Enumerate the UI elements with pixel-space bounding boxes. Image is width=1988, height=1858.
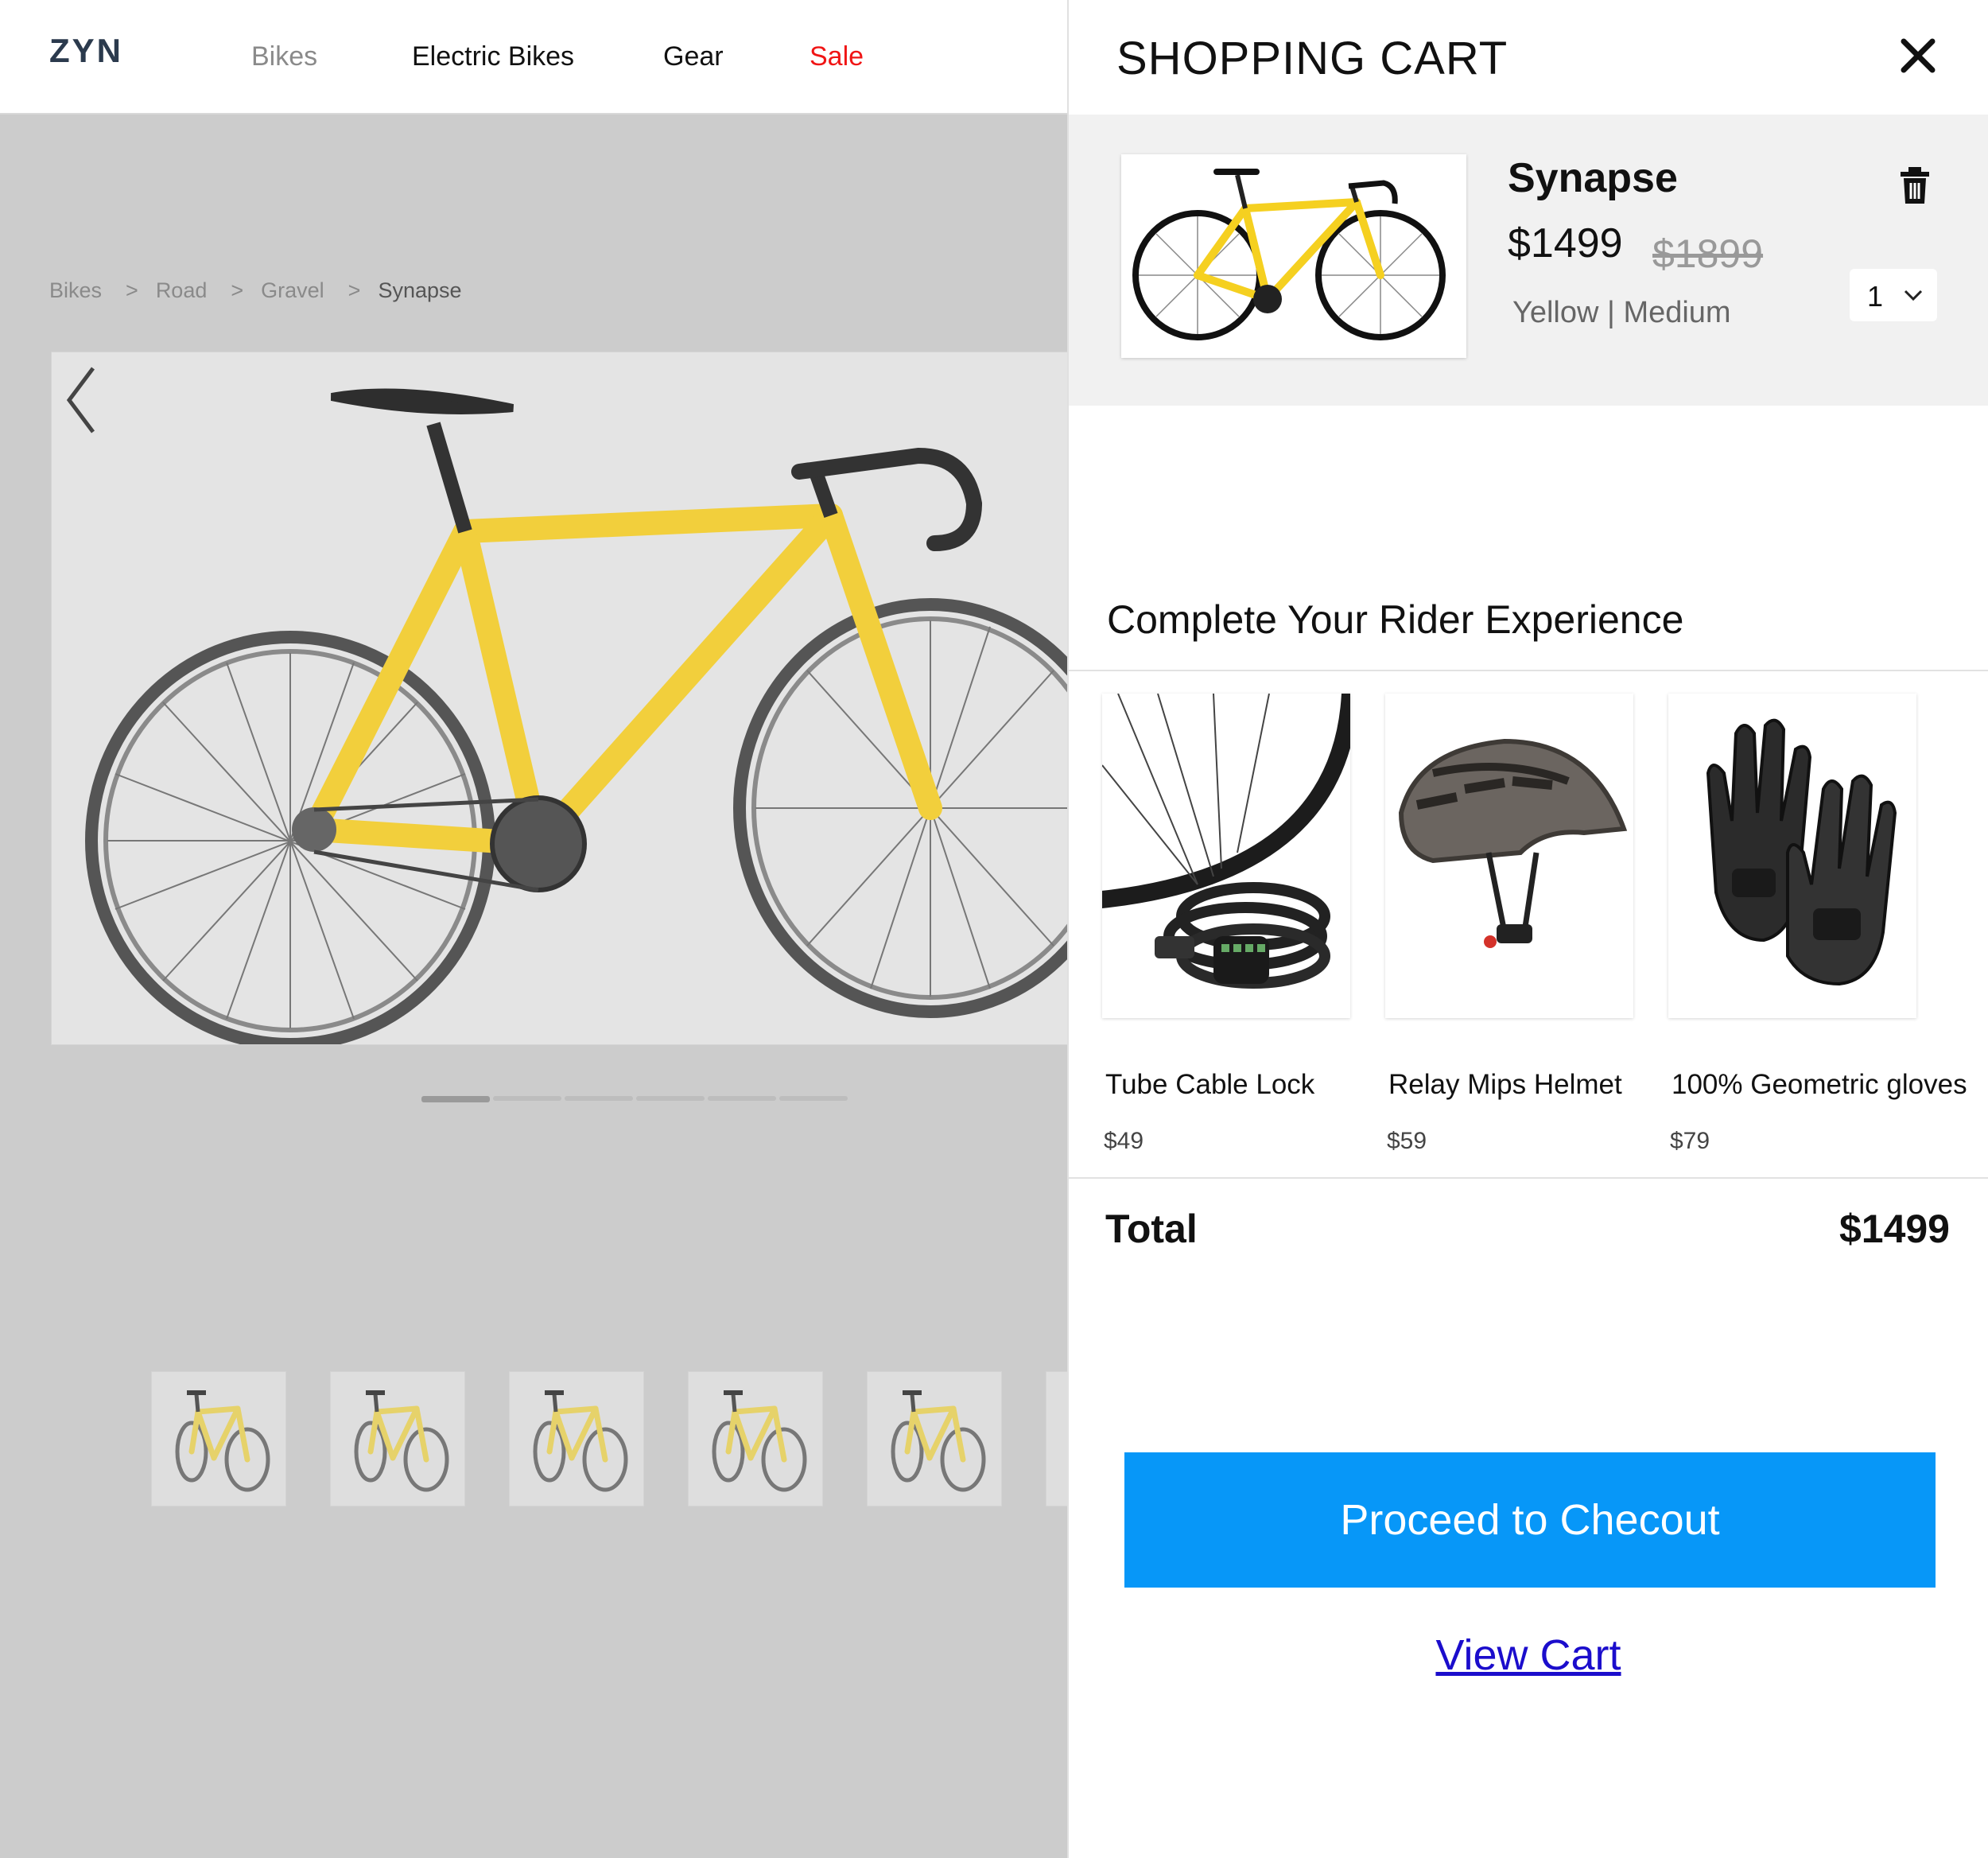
carousel-dot[interactable]: [636, 1096, 705, 1101]
recommended-product-image[interactable]: [1385, 694, 1633, 1018]
breadcrumb-item-current: Synapse: [378, 278, 462, 302]
carousel-dot[interactable]: [779, 1096, 848, 1101]
nav-link-sale[interactable]: Sale: [810, 41, 864, 72]
breadcrumb-separator: >: [348, 278, 361, 302]
bike-thumbnail-icon: [175, 1390, 270, 1492]
cart-item-name[interactable]: Synapse: [1508, 154, 1678, 202]
recommended-product-name[interactable]: Tube Cable Lock: [1105, 1069, 1314, 1101]
carousel-dot[interactable]: [708, 1096, 776, 1101]
gallery-thumbnail[interactable]: [1046, 1371, 1067, 1506]
carousel-dot[interactable]: [565, 1096, 633, 1101]
chevron-left-icon[interactable]: [52, 352, 115, 448]
bike-thumbnail-icon: [354, 1390, 449, 1492]
yellow-road-bike-image: [85, 388, 1067, 1044]
product-page: ZYN Bikes Electric Bikes Gear Sale Bikes…: [0, 0, 1067, 1858]
gallery-thumbnail[interactable]: [509, 1371, 644, 1506]
recommended-product-name[interactable]: Relay Mips Helmet: [1388, 1069, 1622, 1101]
bike-thumbnail-icon: [533, 1390, 628, 1492]
recommended-product-image[interactable]: [1668, 694, 1916, 1018]
carousel-indicator: [421, 1096, 848, 1102]
gloves-image: [1706, 718, 1897, 986]
cart-item-variant: Yellow | Medium: [1512, 296, 1731, 329]
trash-icon[interactable]: [1897, 165, 1932, 205]
recommended-product-price: $49: [1104, 1128, 1144, 1154]
view-cart-link[interactable]: View Cart: [1069, 1631, 1988, 1680]
divider: [1069, 1177, 1988, 1179]
cart-title: SHOPPING CART: [1116, 33, 1508, 84]
yellow-road-bike-image: [1132, 169, 1446, 340]
breadcrumb: Bikes > Road > Gravel > Synapse: [49, 278, 462, 303]
close-icon[interactable]: [1896, 33, 1940, 78]
cable-lock-image: [1102, 694, 1350, 989]
product-main-image: [51, 352, 1067, 1045]
breadcrumb-separator: >: [231, 278, 244, 302]
recommended-product-price: $59: [1387, 1128, 1427, 1154]
cart-item-price: $1499: [1508, 220, 1623, 266]
chevron-down-icon: [1904, 290, 1923, 301]
shopping-cart-drawer: SHOPPING CART Synapse $1499 $1899 Yellow…: [1067, 0, 1988, 1858]
total-value: $1499: [1839, 1207, 1950, 1251]
gallery-thumbnail[interactable]: [688, 1371, 823, 1506]
breadcrumb-separator: >: [126, 278, 138, 302]
helmet-image: [1398, 738, 1628, 948]
carousel-dot[interactable]: [493, 1096, 561, 1101]
breadcrumb-item-bikes[interactable]: Bikes: [49, 278, 102, 303]
divider: [1069, 670, 1988, 671]
gallery-thumbnail[interactable]: [330, 1371, 465, 1506]
quantity-value: 1: [1867, 280, 1884, 313]
gallery-thumbnail[interactable]: [867, 1371, 1002, 1506]
upsell-section-title: Complete Your Rider Experience: [1107, 597, 1684, 642]
nav-link-bikes[interactable]: Bikes: [251, 41, 317, 72]
bike-thumbnail-icon: [891, 1390, 986, 1492]
cart-item-original-price: $1899: [1652, 231, 1764, 276]
total-label: Total: [1105, 1207, 1198, 1251]
brand-logo[interactable]: ZYN: [49, 32, 123, 70]
cart-item-image[interactable]: [1121, 154, 1466, 358]
cart-line-item: Synapse $1499 $1899 Yellow | Medium 1: [1069, 115, 1988, 406]
recommended-product-price: $79: [1670, 1128, 1710, 1154]
bike-thumbnail-icon: [712, 1390, 807, 1492]
gallery-thumbnail[interactable]: [151, 1371, 286, 1506]
breadcrumb-item-gravel[interactable]: Gravel: [261, 278, 324, 303]
nav-link-gear[interactable]: Gear: [663, 41, 724, 72]
quantity-select[interactable]: 1: [1850, 269, 1937, 321]
nav-link-electric-bikes[interactable]: Electric Bikes: [412, 41, 574, 72]
recommended-product-image[interactable]: [1102, 694, 1350, 1018]
top-navigation: ZYN Bikes Electric Bikes Gear Sale: [0, 0, 1067, 115]
carousel-dot[interactable]: [421, 1096, 490, 1102]
recommended-product-name[interactable]: 100% Geometric gloves: [1672, 1069, 1967, 1101]
proceed-to-checkout-button[interactable]: Proceed to Checout: [1124, 1452, 1936, 1588]
breadcrumb-item-road[interactable]: Road: [156, 278, 208, 303]
